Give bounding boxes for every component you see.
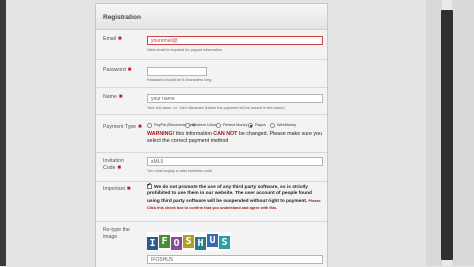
password-label: Password — [103, 67, 126, 73]
form-header: Registration — [96, 4, 327, 30]
required-marker: ■ — [117, 165, 122, 171]
form-title: Registration — [103, 14, 141, 21]
password-help: Password should be 6 characters long — [147, 78, 212, 82]
important-notice: We do not promote the use of any third p… — [147, 182, 323, 213]
payment-row: Payment Type ■ PayPal (Recommended) Weste… — [96, 114, 327, 153]
password-input[interactable] — [147, 67, 207, 76]
agree-checkbox[interactable] — [147, 182, 152, 189]
cannot-word: CAN NOT — [213, 131, 238, 137]
required-marker: ■ — [138, 124, 142, 130]
email-help: Valid email is required for payout infor… — [147, 48, 222, 52]
name-label: Name — [103, 94, 117, 100]
required-marker: ■ — [127, 67, 132, 73]
captcha-image: I F O S H U S — [147, 232, 231, 251]
payment-label: Payment Type — [103, 124, 137, 130]
email-input[interactable]: youremail@ — [147, 36, 323, 45]
email-label: Email — [103, 36, 116, 42]
captcha-letter: S — [183, 235, 194, 248]
captcha-letter: I — [147, 237, 158, 250]
important-text: We do not promote the use of any third p… — [147, 184, 312, 204]
captcha-letter: F — [159, 235, 170, 248]
radio-perfect-money[interactable] — [216, 123, 221, 128]
window-edge — [0, 0, 6, 266]
captcha-label: Re-type the image — [103, 227, 130, 240]
registration-form: Registration Email ■ youremail@ Valid ema… — [95, 3, 328, 267]
name-help: Your full name, i.e. John Abraham (Name … — [147, 106, 285, 110]
webmoney-label: WebMoney — [277, 123, 297, 127]
warning-word: WARNING! — [147, 131, 175, 137]
required-marker: ■ — [126, 186, 131, 192]
radio-paypal[interactable] — [147, 123, 152, 128]
radio-payza[interactable] — [248, 123, 253, 128]
western-union-label: Western Union — [192, 123, 218, 127]
radio-western-union[interactable] — [185, 123, 190, 128]
radio-webmoney[interactable] — [270, 123, 275, 128]
perfect-money-label: Perfect Money — [223, 123, 248, 127]
captcha-letter: S — [219, 236, 230, 249]
captcha-input[interactable]: IFOSHUS — [147, 255, 323, 264]
email-row: Email ■ youremail@ Valid email is require… — [96, 30, 327, 60]
invitation-input[interactable]: sML5 — [147, 157, 323, 166]
required-marker: ■ — [117, 36, 122, 42]
agree-instruction: Click this check box to confirm that you… — [147, 206, 278, 211]
password-row: Password ■ Password should be 6 character… — [96, 59, 327, 88]
captcha-letter: H — [195, 237, 206, 250]
invitation-help: You must supply a valid invitation code — [147, 169, 213, 173]
payza-label: Payza — [255, 123, 266, 127]
payment-warning: WARNING! this information CAN NOT be cha… — [147, 131, 322, 144]
important-label: Important — [103, 186, 125, 192]
name-input[interactable]: your name — [147, 94, 323, 103]
scrollbar-thumb[interactable] — [441, 10, 453, 260]
name-row: Name ■ your name Your full name, i.e. Joh… — [96, 87, 327, 115]
please-word: Please — [308, 198, 321, 203]
invitation-row: Invitation Code ■ sML5 You must supply a … — [96, 152, 327, 182]
captcha-letter: U — [207, 234, 218, 247]
required-marker: ■ — [118, 94, 123, 100]
captcha-letter: O — [171, 237, 182, 250]
